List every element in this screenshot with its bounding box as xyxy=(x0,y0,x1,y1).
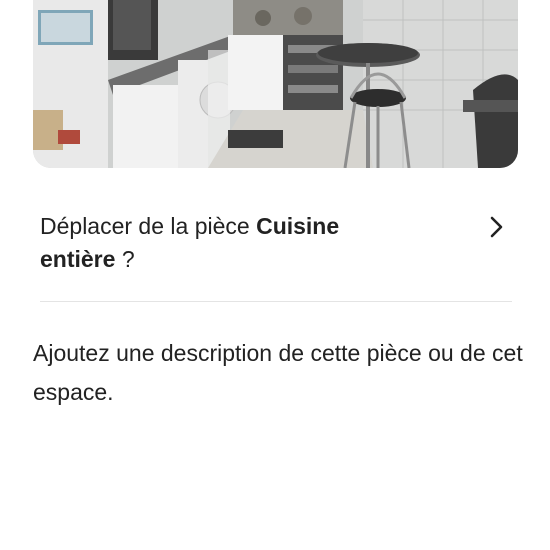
room-name-part-2: entière xyxy=(40,246,116,272)
add-description-prompt[interactable]: Ajoutez une description de cette pièce o… xyxy=(33,334,523,412)
divider xyxy=(40,301,512,302)
move-room-label: Déplacer de la pièce Cuisine entière ? xyxy=(40,210,460,276)
move-room-prefix: Déplacer de la pièce xyxy=(40,213,250,239)
room-photo[interactable] xyxy=(33,0,518,168)
chevron-right-icon[interactable] xyxy=(487,214,507,240)
move-room-suffix: ? xyxy=(121,246,135,272)
kitchen-photo-illustration xyxy=(33,0,518,168)
room-name-part-1: Cuisine xyxy=(256,213,340,239)
move-room-row[interactable]: Déplacer de la pièce Cuisine entière ? xyxy=(40,208,515,278)
